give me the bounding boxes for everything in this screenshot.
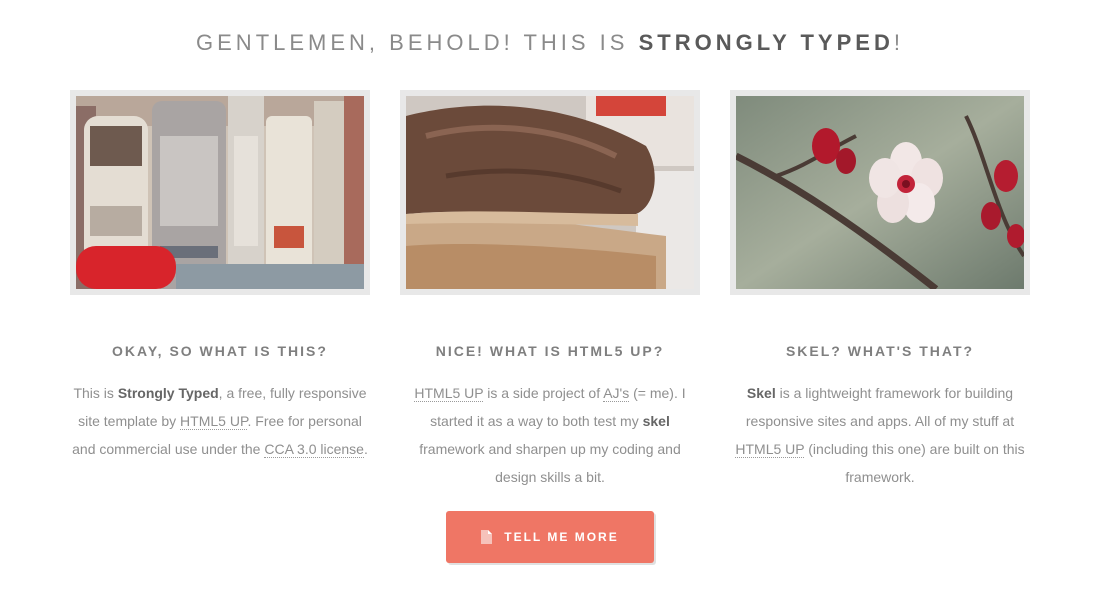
text-bold: Strongly Typed: [117, 385, 219, 401]
html5up-link[interactable]: HTML5 UP: [414, 385, 484, 402]
feature-image-link-2[interactable]: [400, 90, 700, 295]
toast-photo: [406, 96, 694, 289]
headline-suffix: !: [893, 30, 904, 55]
html5up-link[interactable]: HTML5 UP: [735, 441, 805, 458]
books-photo: [76, 96, 364, 289]
feature-column-3: SKEL? WHAT'S THAT? Skel is a lightweight…: [730, 90, 1030, 491]
tell-me-more-button[interactable]: TELL ME MORE: [446, 511, 654, 563]
text-span: framework and sharpen up my coding and d…: [419, 441, 681, 485]
feature-text-1: This is Strongly Typed, a free, fully re…: [70, 379, 370, 463]
html5up-link[interactable]: HTML5 UP: [180, 413, 248, 430]
feature-column-2: NICE! WHAT IS HTML5 UP? HTML5 UP is a si…: [400, 90, 700, 491]
blossom-photo: [736, 96, 1024, 289]
tell-me-more-label: TELL ME MORE: [504, 530, 619, 544]
page-headline: GENTLEMEN, BEHOLD! THIS IS STRONGLY TYPE…: [0, 30, 1100, 56]
feature-image-link-3[interactable]: [730, 90, 1030, 295]
text-span: is a side project of: [483, 385, 604, 401]
feature-image-link-1[interactable]: [70, 90, 370, 295]
text-bold: skel: [642, 413, 670, 429]
aj-link[interactable]: AJ's: [603, 385, 630, 402]
license-link[interactable]: CCA 3.0 license: [264, 441, 364, 458]
feature-column-1: OKAY, SO WHAT IS THIS? This is Strongly …: [70, 90, 370, 463]
feature-title-3: SKEL? WHAT'S THAT?: [785, 343, 975, 359]
headline-bold: STRONGLY TYPED: [638, 30, 894, 55]
text-span: .: [363, 441, 368, 457]
feature-title-1: OKAY, SO WHAT IS THIS?: [112, 343, 328, 359]
text-span: This is: [73, 385, 118, 401]
headline-prefix: GENTLEMEN, BEHOLD! THIS IS: [196, 30, 639, 55]
text-bold: Skel: [746, 385, 776, 401]
feature-text-3: Skel is a lightweight framework for buil…: [730, 379, 1030, 491]
text-span: is a lightweight framework for building …: [745, 385, 1015, 429]
feature-text-2: HTML5 UP is a side project of AJ's (= me…: [400, 379, 700, 491]
page: GENTLEMEN, BEHOLD! THIS IS STRONGLY TYPE…: [0, 0, 1100, 598]
document-icon: [481, 530, 493, 544]
feature-title-2: NICE! WHAT IS HTML5 UP?: [435, 343, 665, 359]
text-span: (including this one) are built on this f…: [804, 441, 1025, 485]
